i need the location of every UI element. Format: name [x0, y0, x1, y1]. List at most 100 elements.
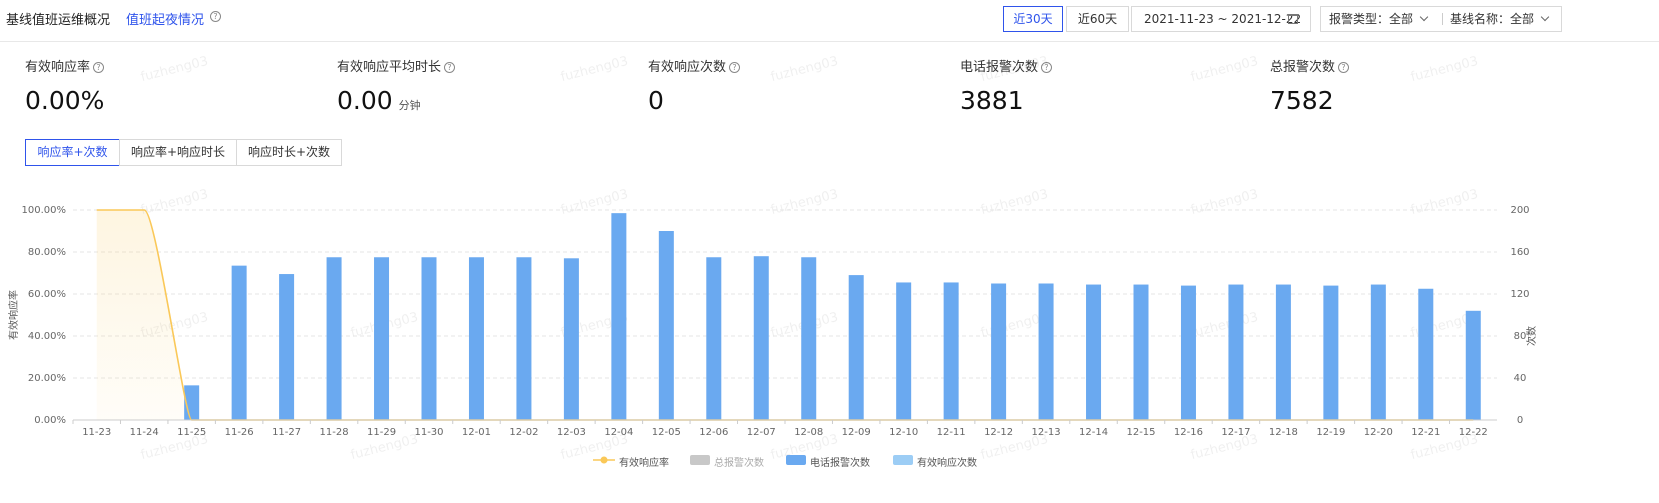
stat-label: 有效响应平均时长 — [337, 60, 442, 75]
watermark-text: fuzheng03 — [559, 53, 630, 86]
watermark-text: fuzheng03 — [769, 53, 840, 86]
chevron-down-icon — [1540, 12, 1550, 22]
range-60-days-button[interactable]: 近60天 — [1066, 6, 1129, 32]
bar-phone-alarm — [1180, 285, 1196, 420]
bar-phone-alarm — [1038, 283, 1054, 420]
bar-phone-alarm — [516, 257, 532, 420]
x-tick-label: 11-25 — [177, 427, 206, 438]
x-tick-label: 12-03 — [557, 427, 586, 438]
question-circle-icon[interactable]: ? — [1338, 62, 1350, 73]
x-tick-label: 12-11 — [937, 427, 966, 438]
legend-line-swatch — [593, 456, 615, 464]
page-title: 基线值班运维概况 — [6, 13, 111, 28]
y-left-tick-label: 20.00% — [28, 373, 66, 384]
bar-phone-alarm — [468, 257, 484, 420]
filter-box: 报警类型：全部 基线名称：全部 — [1320, 6, 1562, 32]
x-tick-label: 12-18 — [1269, 427, 1298, 438]
bar-phone-alarm — [563, 258, 579, 420]
x-tick-label: 12-08 — [794, 427, 823, 438]
watermark-text: fuzheng03 — [1409, 53, 1480, 86]
stat-number: 0 — [648, 86, 664, 115]
x-tick-label: 11-23 — [82, 427, 111, 438]
y-left-tick-label: 40.00% — [28, 331, 66, 342]
stat-number: 3881 — [960, 86, 1024, 115]
x-tick-label: 11-26 — [225, 427, 254, 438]
legend-swatch — [690, 455, 710, 465]
x-tick-label: 12-13 — [1032, 427, 1061, 438]
x-tick-label: 12-16 — [1174, 427, 1203, 438]
tab-rate-duration[interactable]: 响应率+响应时长 — [119, 139, 237, 166]
alarm-type-select[interactable]: 报警类型：全部 — [1329, 7, 1429, 31]
bar-phone-alarm — [991, 283, 1007, 420]
watermark-text: fuzheng03 — [1189, 53, 1260, 86]
rate-area — [96, 210, 1474, 420]
stat-response-rate: 有效响应率? 0.00% — [25, 56, 105, 115]
bar-phone-alarm — [1275, 284, 1291, 420]
question-circle-icon[interactable]: ? — [1041, 62, 1053, 73]
bar-phone-alarm — [1418, 288, 1434, 420]
x-tick-label: 12-09 — [842, 427, 871, 438]
legend-label: 有效响应率 — [619, 458, 669, 469]
x-tick-label: 11-30 — [414, 427, 443, 438]
y-right-tick-label: 40 — [1514, 373, 1527, 384]
duty-night-link[interactable]: 值班起夜情况 — [126, 9, 204, 28]
response-chart: 0.00% 20.00% 40.00% 60.00% 80.00% 100.00% 0 40 8… — [7, 205, 1538, 438]
y-left-tick-label: 0.00% — [34, 415, 66, 426]
stat-avg-response-time: 有效响应平均时长? 0.00 分钟 — [337, 56, 456, 115]
question-circle-icon[interactable]: ? — [729, 62, 741, 73]
baseline-name-label: 基线名称：全部 — [1450, 12, 1535, 26]
stat-label: 有效响应次数 — [648, 60, 727, 75]
x-tick-label: 11-28 — [320, 427, 349, 438]
x-tick-label: 12-10 — [889, 427, 918, 438]
top-bar: 基线值班运维概况 值班起夜情况 ? 近30天 近60天 2021-11-23 ~… — [0, 0, 1659, 42]
tab-rate-count[interactable]: 响应率+次数 — [25, 139, 120, 166]
stat-number: 0.00 — [337, 86, 393, 115]
y-left-axis-label: 有效响应率 — [7, 290, 20, 340]
bar-phone-alarm — [279, 274, 295, 420]
bar-phone-alarm — [326, 257, 342, 420]
x-tick-label: 12-15 — [1126, 427, 1155, 438]
x-tick-label: 12-06 — [699, 427, 728, 438]
chevron-down-icon — [1419, 12, 1429, 22]
question-circle-icon[interactable]: ? — [93, 62, 105, 73]
stat-value: 3881 — [960, 86, 1024, 115]
tab-duration-count[interactable]: 响应时长+次数 — [236, 139, 342, 166]
legend-swatch — [893, 455, 913, 465]
rate-line — [96, 209, 1474, 421]
bar-phone-alarm — [611, 213, 627, 420]
question-circle-icon[interactable]: ? — [444, 62, 456, 73]
y-left-tick-label: 100.00% — [22, 205, 67, 216]
legend-label: 电话报警次数 — [810, 458, 870, 469]
bar-phone-alarm — [421, 257, 437, 420]
bar-phone-alarm — [374, 257, 390, 420]
bar-phone-alarm — [943, 282, 959, 420]
watermark-text: fuzheng03 — [139, 53, 210, 86]
stat-unit: 分钟 — [398, 99, 421, 112]
bar-phone-alarm — [231, 265, 247, 420]
y-right-axis-label: 次数 — [1525, 326, 1538, 346]
bar-phone-alarm — [801, 257, 817, 420]
legend-label: 总报警次数 — [714, 458, 764, 469]
bar-phone-alarm — [1465, 310, 1481, 420]
stat-number: 7582 — [1270, 86, 1334, 115]
x-tick-label: 12-22 — [1459, 427, 1488, 438]
x-tick-label: 12-04 — [604, 427, 633, 438]
x-tick-label: 11-24 — [130, 427, 159, 438]
calendar-icon — [1288, 14, 1298, 24]
x-tick-label: 12-21 — [1411, 427, 1440, 438]
baseline-name-select[interactable]: 基线名称：全部 — [1450, 7, 1550, 31]
x-tick-label: 12-19 — [1316, 427, 1345, 438]
stat-label: 有效响应率 — [25, 60, 91, 75]
chart-legend: 有效响应率 总报警次数 电话报警次数 有效响应次数 — [0, 454, 1659, 469]
question-circle-icon[interactable]: ? — [210, 11, 221, 22]
y-right-tick-label: 160 — [1510, 247, 1529, 258]
legend-label: 有效响应次数 — [917, 458, 977, 469]
stat-value: 0.00 分钟 — [337, 86, 421, 115]
date-range-picker[interactable]: 2021-11-23 ~ 2021-12-22 — [1131, 6, 1311, 32]
filter-divider — [1442, 13, 1443, 25]
x-tick-label: 12-05 — [652, 427, 681, 438]
range-30-days-button[interactable]: 近30天 — [1003, 6, 1063, 32]
y-right-tick-label: 0 — [1517, 415, 1523, 426]
x-tick-label: 12-20 — [1364, 427, 1393, 438]
y-right-tick-label: 200 — [1510, 205, 1529, 216]
